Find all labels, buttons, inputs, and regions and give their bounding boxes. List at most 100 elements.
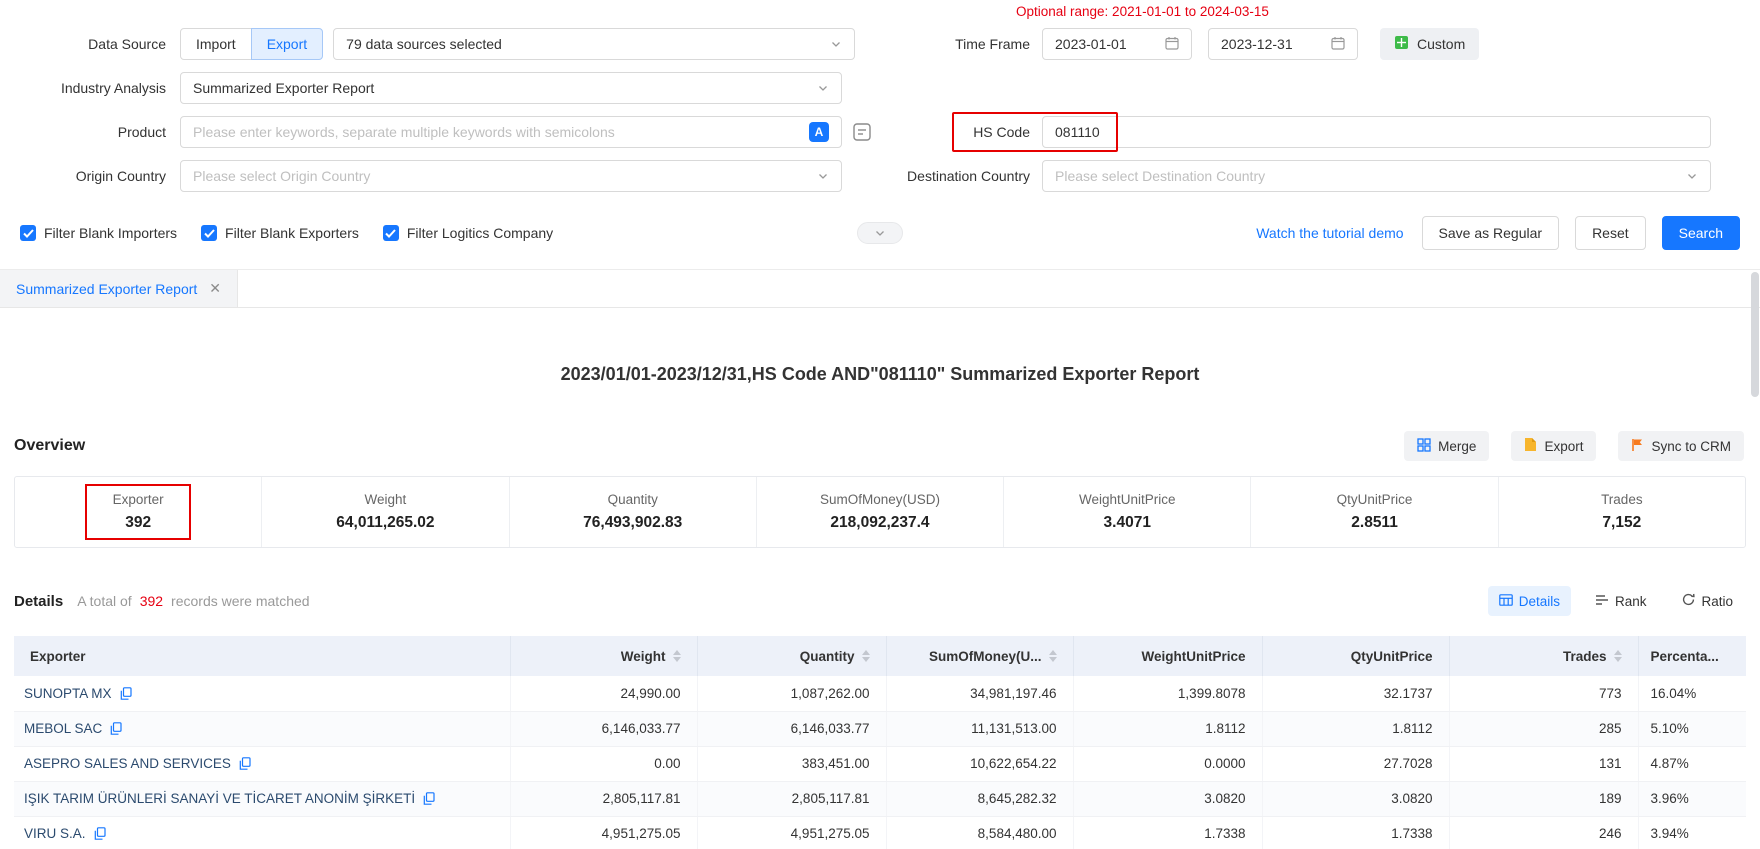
quantity-cell: 1,087,262.00 <box>697 676 886 711</box>
exporter-cell: ASEPRO SALES AND SERVICES <box>14 746 510 781</box>
weight-cell: 2,805,117.81 <box>510 781 697 816</box>
chevron-down-icon <box>874 227 886 239</box>
col-weight-unit-price: WeightUnitPrice <box>1073 636 1262 676</box>
exporter-cell: VIRU S.A. <box>14 816 510 849</box>
product-placeholder: Please enter keywords, separate multiple… <box>193 124 809 140</box>
custom-button[interactable]: Custom <box>1380 28 1479 60</box>
col-qty-unit-price: QtyUnitPrice <box>1262 636 1449 676</box>
view-details-button[interactable]: Details <box>1488 586 1571 616</box>
industry-analysis-select[interactable]: Summarized Exporter Report <box>180 72 842 104</box>
exporter-cell: SUNOPTA MX <box>14 676 510 711</box>
sort-icon[interactable] <box>1049 650 1057 662</box>
sum-of-money-cell: 11,131,513.00 <box>886 711 1073 746</box>
qty-unit-price-cell: 1.7338 <box>1262 816 1449 849</box>
total-count: 392 <box>140 593 163 609</box>
trades-cell: 189 <box>1449 781 1638 816</box>
copy-icon[interactable] <box>110 722 122 735</box>
view-rank-button[interactable]: Rank <box>1585 586 1658 616</box>
overview-heading: Overview <box>14 437 85 455</box>
total-prefix: A total of <box>77 593 131 609</box>
destination-country-select[interactable]: Please select Destination Country <box>1042 160 1711 192</box>
exporter-link[interactable]: VIRU S.A. <box>24 826 86 841</box>
quantity-cell: 4,951,275.05 <box>697 816 886 849</box>
weight-unit-price-cell: 0.0000 <box>1073 746 1262 781</box>
tutorial-link[interactable]: Watch the tutorial demo <box>1256 225 1403 241</box>
export-button[interactable]: Export <box>1511 431 1596 461</box>
chevron-down-icon <box>817 170 829 182</box>
stat-exporter: Exporter 392 <box>15 477 261 547</box>
weight-cell: 24,990.00 <box>510 676 697 711</box>
chevron-down-icon <box>830 38 842 50</box>
exporter-link[interactable]: ASEPRO SALES AND SERVICES <box>24 756 231 771</box>
stat-sum-of-money: SumOfMoney(USD) 218,092,237.4 <box>756 477 1003 547</box>
collapse-filters-button[interactable] <box>857 222 903 244</box>
table-header-row: Exporter Weight Quantity SumOfMoney(U...… <box>14 636 1746 676</box>
import-toggle[interactable]: Import <box>180 28 252 60</box>
sync-to-crm-button[interactable]: Sync to CRM <box>1618 431 1744 461</box>
percentage-cell: 4.87% <box>1638 746 1746 781</box>
overview-stats: Exporter 392 Weight 64,011,265.02 Quanti… <box>14 476 1746 548</box>
sum-of-money-cell: 10,622,654.22 <box>886 746 1073 781</box>
copy-icon[interactable] <box>94 827 106 840</box>
optional-range-note: Optional range: 2021-01-01 to 2024-03-15 <box>1016 4 1269 19</box>
hs-code-input[interactable]: 081110 <box>1042 116 1711 148</box>
exporter-cell: MEBOL SAC <box>14 711 510 746</box>
tab-summarized-exporter-report[interactable]: Summarized Exporter Report ✕ <box>0 270 238 307</box>
sort-icon[interactable] <box>1614 650 1622 662</box>
data-source-select[interactable]: 79 data sources selected <box>333 28 855 60</box>
exporter-link[interactable]: IŞIK TARIM ÜRÜNLERİ SANAYİ VE TİCARET AN… <box>24 791 415 806</box>
start-date-input[interactable]: 2023-01-01 <box>1042 28 1192 60</box>
chevron-down-icon <box>817 82 829 94</box>
weight-cell: 6,146,033.77 <box>510 711 697 746</box>
filter-logistics-company-checkbox[interactable]: Filter Logitics Company <box>383 225 553 241</box>
export-toggle[interactable]: Export <box>251 28 323 60</box>
destination-country-label: Destination Country <box>900 168 1030 184</box>
close-icon[interactable]: ✕ <box>209 280 221 297</box>
stat-weight-unit-price: WeightUnitPrice 3.4071 <box>1003 477 1250 547</box>
sync-flag-icon <box>1631 438 1644 455</box>
scrollbar-thumb[interactable] <box>1751 272 1759 397</box>
product-label: Product <box>16 124 166 140</box>
checkbox-check-icon <box>201 225 217 241</box>
sort-icon[interactable] <box>862 650 870 662</box>
copy-icon[interactable] <box>423 792 435 805</box>
end-date-input[interactable]: 2023-12-31 <box>1208 28 1358 60</box>
product-input[interactable]: Please enter keywords, separate multiple… <box>180 116 842 148</box>
time-frame-label: Time Frame <box>900 36 1030 52</box>
percentage-cell: 5.10% <box>1638 711 1746 746</box>
filter-options-row: Filter Blank Importers Filter Blank Expo… <box>0 216 1760 250</box>
table-row: SUNOPTA MX24,990.001,087,262.0034,981,19… <box>14 676 1746 711</box>
merge-icon <box>1417 438 1431 455</box>
report-title: 2023/01/01-2023/12/31,HS Code AND"081110… <box>0 364 1760 385</box>
filter-blank-exporters-checkbox[interactable]: Filter Blank Exporters <box>201 225 359 241</box>
col-trades[interactable]: Trades <box>1449 636 1638 676</box>
quantity-cell: 6,146,033.77 <box>697 711 886 746</box>
merge-button[interactable]: Merge <box>1404 431 1489 461</box>
qty-unit-price-cell: 32.1737 <box>1262 676 1449 711</box>
origin-country-select[interactable]: Please select Origin Country <box>180 160 842 192</box>
trades-cell: 285 <box>1449 711 1638 746</box>
reset-button[interactable]: Reset <box>1575 216 1646 250</box>
tab-bar: Summarized Exporter Report ✕ <box>0 269 1760 308</box>
copy-icon[interactable] <box>120 687 132 700</box>
col-weight[interactable]: Weight <box>510 636 697 676</box>
col-sum-of-money[interactable]: SumOfMoney(U... <box>886 636 1073 676</box>
exporter-link[interactable]: SUNOPTA MX <box>24 686 112 701</box>
custom-button-label: Custom <box>1417 36 1465 52</box>
search-button[interactable]: Search <box>1662 216 1740 250</box>
destination-country-placeholder: Please select Destination Country <box>1055 168 1265 184</box>
filter-blank-importers-checkbox[interactable]: Filter Blank Importers <box>20 225 177 241</box>
copy-icon[interactable] <box>239 757 251 770</box>
view-ratio-button[interactable]: Ratio <box>1671 586 1744 616</box>
save-as-regular-button[interactable]: Save as Regular <box>1422 216 1560 250</box>
table-row: IŞIK TARIM ÜRÜNLERİ SANAYİ VE TİCARET AN… <box>14 781 1746 816</box>
col-quantity[interactable]: Quantity <box>697 636 886 676</box>
qty-unit-price-cell: 27.7028 <box>1262 746 1449 781</box>
exporter-cell: IŞIK TARIM ÜRÜNLERİ SANAYİ VE TİCARET AN… <box>14 781 510 816</box>
exporter-link[interactable]: MEBOL SAC <box>24 721 102 736</box>
details-row: Details A total of 392 records were matc… <box>14 586 1744 616</box>
weight-unit-price-cell: 3.0820 <box>1073 781 1262 816</box>
translate-icon[interactable]: A <box>809 122 829 142</box>
keyword-library-icon[interactable] <box>852 122 872 142</box>
sort-icon[interactable] <box>673 650 681 662</box>
